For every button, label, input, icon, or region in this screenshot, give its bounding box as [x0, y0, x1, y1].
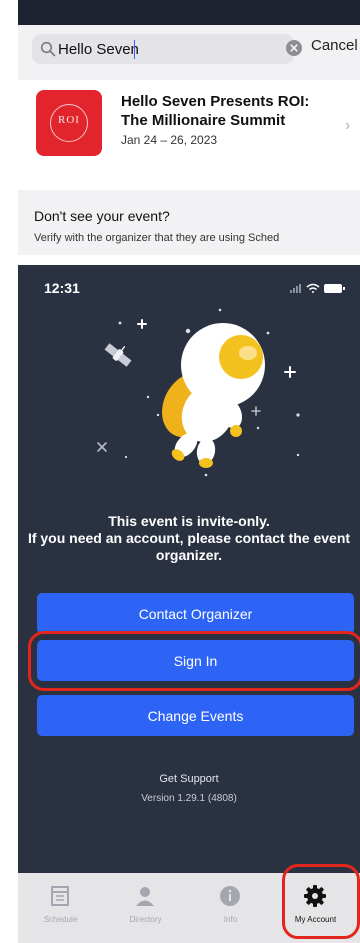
text-caret [134, 40, 135, 59]
search-icon [40, 41, 56, 57]
close-icon [290, 44, 298, 52]
contact-organizer-button[interactable]: Contact Organizer [37, 593, 354, 634]
dont-see-event-hint: Verify with the organizer that they are … [34, 232, 280, 244]
search-input[interactable] [58, 39, 258, 59]
invite-only-message: This event is invite-only. If you need a… [27, 513, 351, 563]
cancel-button[interactable]: Cancel [311, 37, 358, 54]
calendar-icon [51, 886, 69, 906]
info-icon [220, 886, 240, 906]
dont-see-event-heading: Don't see your event? [34, 208, 170, 224]
astronaut-figure [162, 323, 265, 468]
version-text: Version 1.29.1 (4808) [141, 793, 237, 804]
astronaut-illustration [97, 308, 300, 477]
event-thumbnail: ROI [36, 90, 102, 156]
status-bar-strip [18, 0, 360, 25]
change-events-button[interactable]: Change Events [37, 695, 354, 736]
tab-schedule[interactable]: Schedule [18, 873, 103, 943]
event-result-row[interactable]: ROI Hello Seven Presents ROI: The Millio… [18, 80, 360, 190]
my-account-highlight [282, 864, 360, 939]
tab-directory[interactable]: Directory [103, 873, 188, 943]
thumbnail-logo-text: ROI [58, 114, 80, 126]
clear-search-button[interactable] [286, 40, 302, 56]
search-bar[interactable] [32, 34, 294, 64]
satellite-icon [104, 343, 132, 367]
get-support-link[interactable]: Get Support [18, 773, 360, 785]
event-date: Jan 24 – 26, 2023 [121, 133, 218, 147]
tab-label: Directory [129, 915, 162, 924]
person-icon [136, 887, 154, 906]
chevron-right-icon: › [345, 117, 351, 134]
event-search-screen: Cancel ROI Hello Seven Presents ROI: The… [18, 0, 360, 255]
tab-label: Info [223, 915, 238, 924]
tab-label: Schedule [43, 915, 78, 924]
tab-info[interactable]: Info [188, 873, 273, 943]
event-title: Hello Seven Presents ROI: The Millionair… [121, 93, 310, 129]
invite-only-screen: 12:31 This event is invite-only. If you … [18, 265, 360, 943]
sign-in-button[interactable]: Sign In [37, 640, 354, 681]
